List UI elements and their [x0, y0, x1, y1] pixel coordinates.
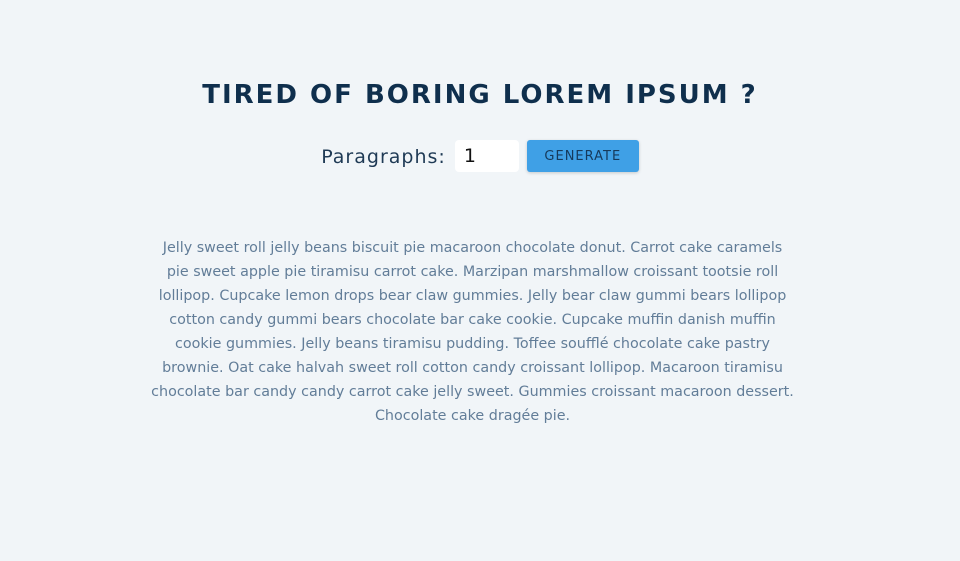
- paragraphs-input[interactable]: [454, 140, 519, 172]
- generate-button[interactable]: GENERATE: [526, 140, 639, 172]
- page-title: TIRED OF BORING LOREM IPSUM ?: [202, 80, 758, 110]
- page: TIRED OF BORING LOREM IPSUM ? Paragraphs…: [0, 0, 960, 561]
- lorem-paragraph: Jelly sweet roll jelly beans biscuit pie…: [151, 240, 794, 424]
- lorem-form: Paragraphs: GENERATE: [0, 140, 960, 172]
- lorem-output: Jelly sweet roll jelly beans biscuit pie…: [150, 236, 795, 428]
- paragraphs-label: Paragraphs:: [321, 146, 446, 168]
